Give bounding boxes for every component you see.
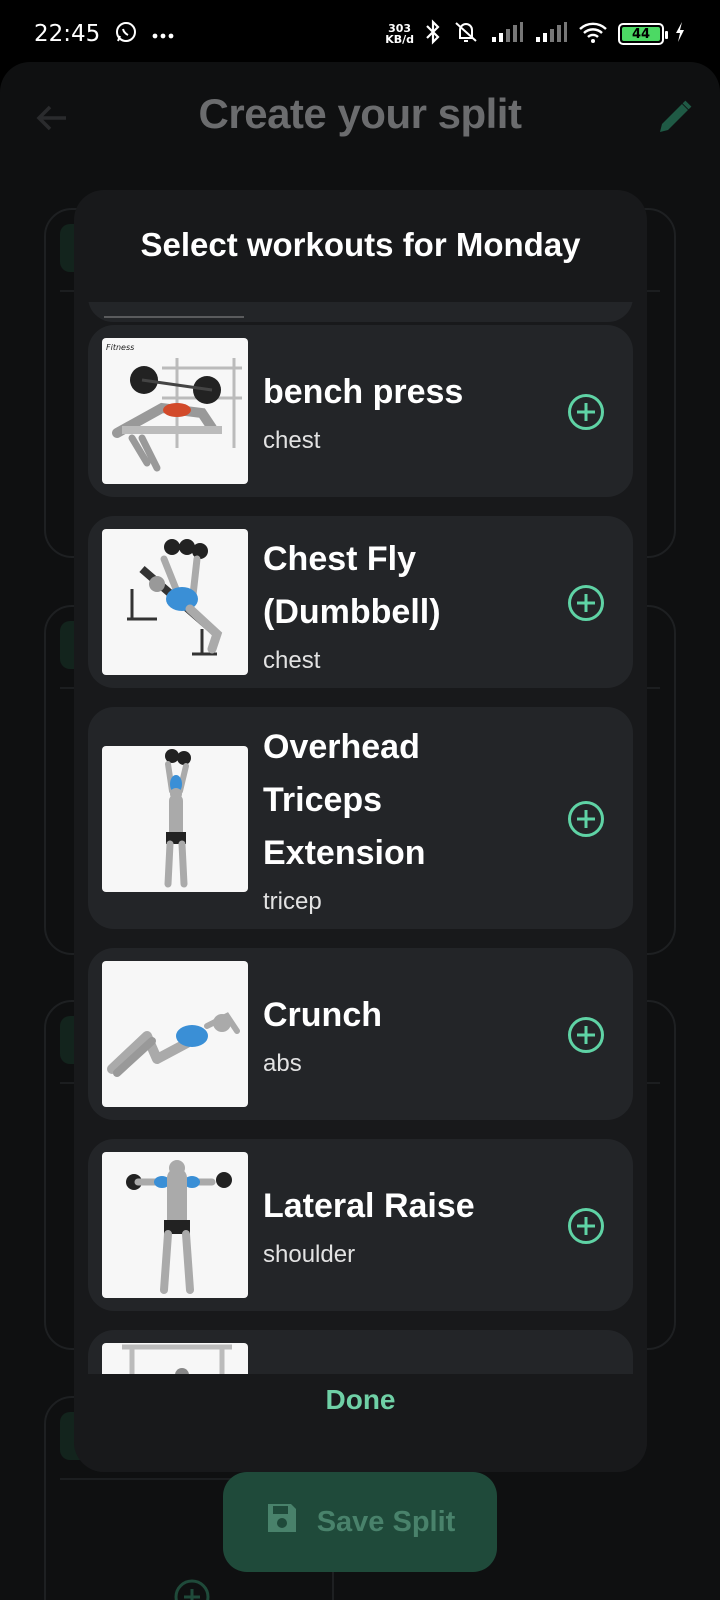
- add-circle-icon[interactable]: [566, 392, 606, 432]
- workout-name: Overhead Triceps Extension: [263, 728, 426, 872]
- add-circle-icon[interactable]: [566, 1206, 606, 1246]
- save-split-button[interactable]: Save Split: [223, 1472, 497, 1572]
- wifi-icon: [578, 20, 608, 48]
- battery-indicator: 44: [618, 23, 668, 45]
- workout-item-bench-press[interactable]: Fitness bench press chest: [88, 325, 633, 497]
- workout-image: [102, 1343, 248, 1374]
- workout-item-overhead-triceps-extension[interactable]: Overhead Triceps Extension tricep: [88, 707, 633, 929]
- page-title: Create your split: [198, 90, 522, 137]
- save-disk-icon: [265, 1501, 299, 1543]
- lateral-raise-image: [102, 1152, 248, 1298]
- add-circle-icon[interactable]: [566, 799, 606, 839]
- dialog-title: Select workouts for Monday: [140, 226, 581, 263]
- add-circle-icon[interactable]: [566, 1015, 606, 1055]
- workout-list[interactable]: Fitness bench press chest Chest Fly (Dum…: [88, 302, 633, 1374]
- select-workouts-dialog: Select workouts for Monday Fitness bench…: [74, 190, 647, 1472]
- charging-icon: [674, 21, 686, 47]
- bench-press-image: Fitness: [102, 338, 248, 484]
- signal-strength-icon: [490, 21, 524, 47]
- chest-fly-image: [102, 529, 248, 675]
- svg-text:Fitness: Fitness: [106, 343, 134, 352]
- save-split-label: Save Split: [316, 1505, 456, 1538]
- signal-strength-2-icon: [534, 21, 568, 47]
- workout-item-crunch[interactable]: Crunch abs: [88, 948, 633, 1120]
- done-button[interactable]: Done: [74, 1384, 647, 1416]
- more-notifications-icon: [152, 25, 174, 44]
- crunch-image: [102, 961, 248, 1107]
- overhead-triceps-extension-image: [102, 746, 248, 892]
- network-speed: 303 KB/d: [385, 22, 414, 46]
- workout-name: bench press: [263, 373, 464, 411]
- edit-pencil-icon[interactable]: [652, 96, 696, 140]
- add-circle-icon[interactable]: [566, 583, 606, 623]
- add-workout-icon[interactable]: [173, 1578, 211, 1600]
- workout-muscle: abs: [263, 1050, 302, 1077]
- workout-muscle: chest: [263, 647, 321, 674]
- list-item[interactable]: [88, 1330, 633, 1374]
- status-time: 22:45: [34, 21, 101, 47]
- workout-muscle: shoulder: [263, 1241, 356, 1268]
- bluetooth-icon: [424, 19, 442, 49]
- workout-name: Chest Fly (Dumbbell): [263, 540, 441, 631]
- workout-name: Crunch: [263, 996, 382, 1034]
- whatsapp-icon: [114, 20, 138, 48]
- workout-item-lateral-raise[interactable]: Lateral Raise shoulder: [88, 1139, 633, 1311]
- app-bar: Create your split: [0, 62, 720, 172]
- workout-muscle: tricep: [263, 888, 322, 915]
- workout-muscle: chest: [263, 427, 321, 454]
- list-item: [88, 302, 633, 322]
- workout-name: Lateral Raise: [263, 1187, 475, 1225]
- silent-bell-icon: [452, 19, 480, 49]
- status-bar: 22:45 303 KB/d 44: [0, 0, 720, 68]
- workout-item-chest-fly[interactable]: Chest Fly (Dumbbell) chest: [88, 516, 633, 688]
